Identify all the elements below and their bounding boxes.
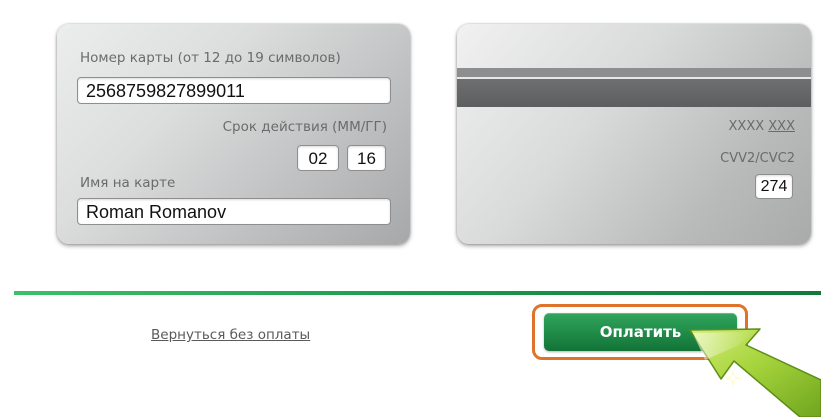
- cvv-field[interactable]: 274: [755, 174, 793, 199]
- expiry-label: Срок действия (ММ/ГГ): [222, 119, 387, 135]
- pay-button[interactable]: Оплатить: [544, 313, 737, 351]
- card-front: Номер карты (от 12 до 19 символов) 25687…: [57, 24, 410, 244]
- magnetic-stripe: [457, 79, 811, 107]
- return-without-payment-link[interactable]: Вернуться без оплаты: [151, 327, 310, 343]
- expiry-year-field[interactable]: 16: [347, 145, 386, 171]
- card-number-field[interactable]: 2568759827899011: [77, 77, 391, 104]
- cardholder-name-label: Имя на карте: [80, 175, 176, 191]
- card-number-label: Номер карты (от 12 до 19 символов): [80, 50, 341, 66]
- masked-suffix: XXX: [768, 119, 795, 134]
- masked-card-number: XXXX XXX: [729, 119, 795, 134]
- cvv-label: CVV2/CVC2: [720, 151, 795, 166]
- cardholder-name-field[interactable]: Roman Romanov: [77, 198, 391, 225]
- card-back: XXXX XXX CVV2/CVC2 274: [457, 24, 811, 244]
- expiry-month-field[interactable]: 02: [297, 145, 339, 171]
- section-divider: [14, 291, 821, 295]
- payment-page: Номер карты (от 12 до 19 символов) 25687…: [0, 0, 821, 417]
- masked-prefix: XXXX: [728, 119, 765, 134]
